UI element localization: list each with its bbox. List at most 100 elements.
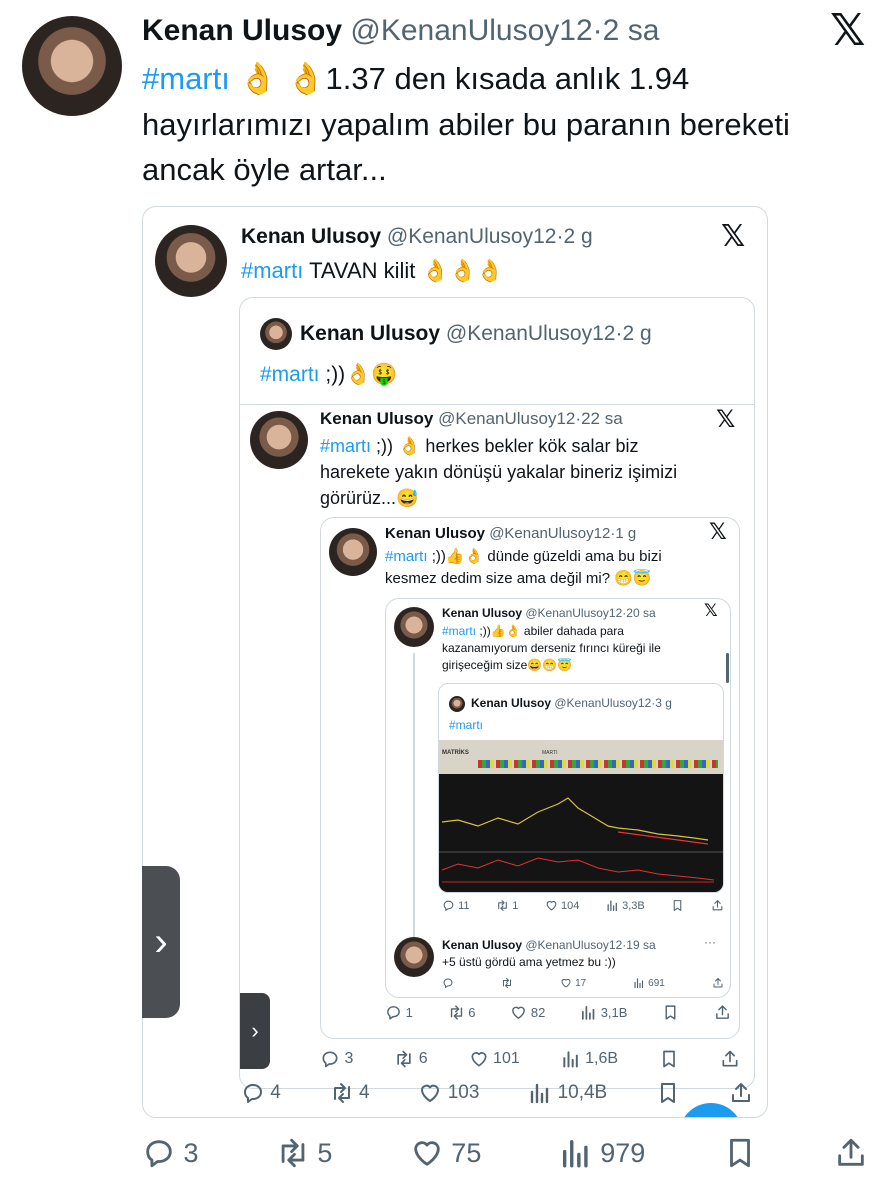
retweet-button[interactable]: 1	[496, 899, 518, 912]
q2-author-handle[interactable]: @KenanUlusoy12	[446, 322, 616, 345]
hashtag-link[interactable]: #martı	[442, 624, 476, 638]
reply-button[interactable]	[442, 977, 454, 989]
bookmark-icon	[723, 1136, 757, 1170]
hashtag-link[interactable]: #martı	[385, 548, 428, 565]
like-button[interactable]: 103	[418, 1081, 479, 1105]
q6-avatar[interactable]	[449, 696, 465, 712]
share-button[interactable]	[834, 1136, 868, 1170]
author-handle[interactable]: @KenanUlusoy12	[350, 14, 592, 47]
share-button[interactable]	[720, 1049, 740, 1069]
like-button[interactable]: 75	[410, 1136, 482, 1170]
like-count: 75	[451, 1137, 482, 1168]
q2-time[interactable]: 2 g	[622, 322, 651, 345]
overlay-tab[interactable]: ›	[240, 993, 270, 1069]
q5-text: #martı ;))👍👌 abiler dahada para kazanamı…	[442, 623, 661, 674]
views-button[interactable]: 979	[559, 1136, 645, 1170]
hashtag-link[interactable]: #martı	[449, 718, 483, 732]
thread-line	[413, 653, 415, 943]
more-options-button[interactable]: ···	[704, 935, 716, 949]
q1-time[interactable]: 2 g	[563, 225, 592, 248]
stock-chart-image[interactable]: MATRİKS MARTI	[439, 740, 723, 892]
reply-button[interactable]: 3	[320, 1049, 353, 1069]
retweet-button[interactable]: 6	[394, 1049, 428, 1069]
reply-count: 3	[344, 1050, 354, 1067]
q7-author-name[interactable]: Kenan Ulusoy	[442, 938, 522, 952]
quoted-tweet-1[interactable]: Kenan Ulusoy @KenanUlusoy12·2 g 𝕏 #martı…	[142, 206, 768, 1118]
q5-avatar[interactable]	[394, 607, 434, 647]
bookmark-button[interactable]	[662, 1004, 679, 1021]
like-button[interactable]: 17	[560, 977, 586, 989]
q5-time[interactable]: 20 sa	[626, 606, 655, 620]
quoted-tweet-6[interactable]: Kenan Ulusoy @KenanUlusoy12·3 g #martı M…	[438, 683, 724, 893]
reply-button[interactable]: 4	[241, 1081, 281, 1105]
author-name[interactable]: Kenan Ulusoy	[142, 14, 342, 47]
side-expand-handle[interactable]: ›	[142, 866, 180, 1018]
views-button[interactable]: 3,3B	[606, 899, 645, 912]
bookmark-button[interactable]	[723, 1136, 757, 1170]
q3-author-handle[interactable]: @KenanUlusoy12	[438, 409, 575, 428]
tweet-time[interactable]: 2 sa	[603, 14, 660, 47]
q5-line-2: kazanamıyorum derseniz fırıncı küreği il…	[442, 641, 661, 655]
like-button[interactable]: 104	[545, 899, 579, 912]
like-button[interactable]: 101	[469, 1049, 520, 1069]
q6-author-name[interactable]: Kenan Ulusoy	[471, 696, 551, 710]
q4-avatar[interactable]	[329, 528, 377, 576]
q7-author-handle[interactable]: @KenanUlusoy12	[525, 938, 622, 952]
like-icon	[560, 977, 572, 989]
q2-author-name[interactable]: Kenan Ulusoy	[300, 322, 440, 345]
bookmark-button[interactable]	[659, 1049, 679, 1069]
q1-avatar[interactable]	[155, 225, 227, 297]
share-button[interactable]	[729, 1081, 753, 1105]
views-button[interactable]: 3,1B	[580, 1004, 627, 1021]
bookmark-button[interactable]	[671, 899, 684, 912]
share-icon	[711, 899, 724, 912]
share-button[interactable]	[714, 1004, 731, 1021]
quoted-tweet-3[interactable]: Kenan Ulusoy @KenanUlusoy12·22 sa 𝕏 #mar…	[240, 404, 754, 1088]
q1-author-name[interactable]: Kenan Ulusoy	[241, 225, 381, 248]
main-avatar[interactable]	[22, 16, 122, 116]
scrollbar[interactable]	[726, 653, 729, 683]
q4-time[interactable]: 1 g	[615, 525, 636, 542]
retweet-count: 1	[512, 899, 519, 912]
floating-action-button[interactable]	[679, 1103, 743, 1117]
q3-time[interactable]: 22 sa	[581, 409, 623, 428]
q5-author-name[interactable]: Kenan Ulusoy	[442, 606, 522, 620]
q5-author-handle[interactable]: @KenanUlusoy12	[525, 606, 622, 620]
retweet-button[interactable]: 4	[330, 1081, 370, 1105]
q7-time[interactable]: 19 sa	[626, 938, 655, 952]
share-button[interactable]	[712, 977, 724, 989]
quoted-tweet-2[interactable]: Kenan Ulusoy @KenanUlusoy12·2 g #martı ;…	[239, 297, 755, 1089]
q6-author-handle[interactable]: @KenanUlusoy12	[554, 696, 651, 710]
retweet-button[interactable]: 6	[448, 1004, 475, 1021]
hashtag-link[interactable]: #martı	[241, 258, 303, 283]
views-button[interactable]: 691	[633, 977, 665, 989]
q4-author-name[interactable]: Kenan Ulusoy	[385, 525, 485, 542]
q5-line-1: ;))👍👌 abiler dahada para	[479, 624, 624, 638]
quoted-tweet-4[interactable]: Kenan Ulusoy @KenanUlusoy12·1 g 𝕏 #martı…	[320, 517, 740, 1039]
q1-header: Kenan Ulusoy @KenanUlusoy12·2 g	[241, 223, 593, 251]
q5-header: Kenan Ulusoy @KenanUlusoy12·20 sa	[442, 605, 656, 621]
reply-button[interactable]: 1	[385, 1004, 413, 1021]
reply-button[interactable]: 11	[442, 899, 469, 912]
hashtag-link[interactable]: #martı	[320, 436, 371, 456]
views-button[interactable]: 10,4B	[528, 1081, 607, 1105]
hashtag-link[interactable]: #martı	[142, 61, 230, 96]
quoted-tweet-5[interactable]: Kenan Ulusoy @KenanUlusoy12·20 sa 𝕏 #mar…	[385, 598, 731, 998]
bookmark-icon	[656, 1081, 680, 1105]
retweet-button[interactable]	[501, 977, 513, 989]
q7-avatar[interactable]	[394, 937, 434, 977]
q3-author-name[interactable]: Kenan Ulusoy	[320, 409, 433, 428]
views-button[interactable]: 1,6B	[561, 1049, 618, 1069]
retweet-button[interactable]: 5	[276, 1136, 332, 1170]
q2-avatar[interactable]	[260, 318, 292, 350]
q3-avatar[interactable]	[250, 411, 308, 469]
q4-author-handle[interactable]: @KenanUlusoy12	[489, 525, 610, 542]
like-button[interactable]: 82	[510, 1004, 545, 1021]
x-logo-icon: 𝕏	[830, 5, 866, 56]
hashtag-link[interactable]: #martı	[260, 363, 320, 386]
bookmark-button[interactable]	[656, 1081, 680, 1105]
q6-time[interactable]: 3 g	[655, 696, 672, 710]
share-button[interactable]	[711, 899, 724, 912]
reply-button[interactable]: 3	[142, 1136, 199, 1170]
q1-author-handle[interactable]: @KenanUlusoy12	[387, 225, 557, 248]
